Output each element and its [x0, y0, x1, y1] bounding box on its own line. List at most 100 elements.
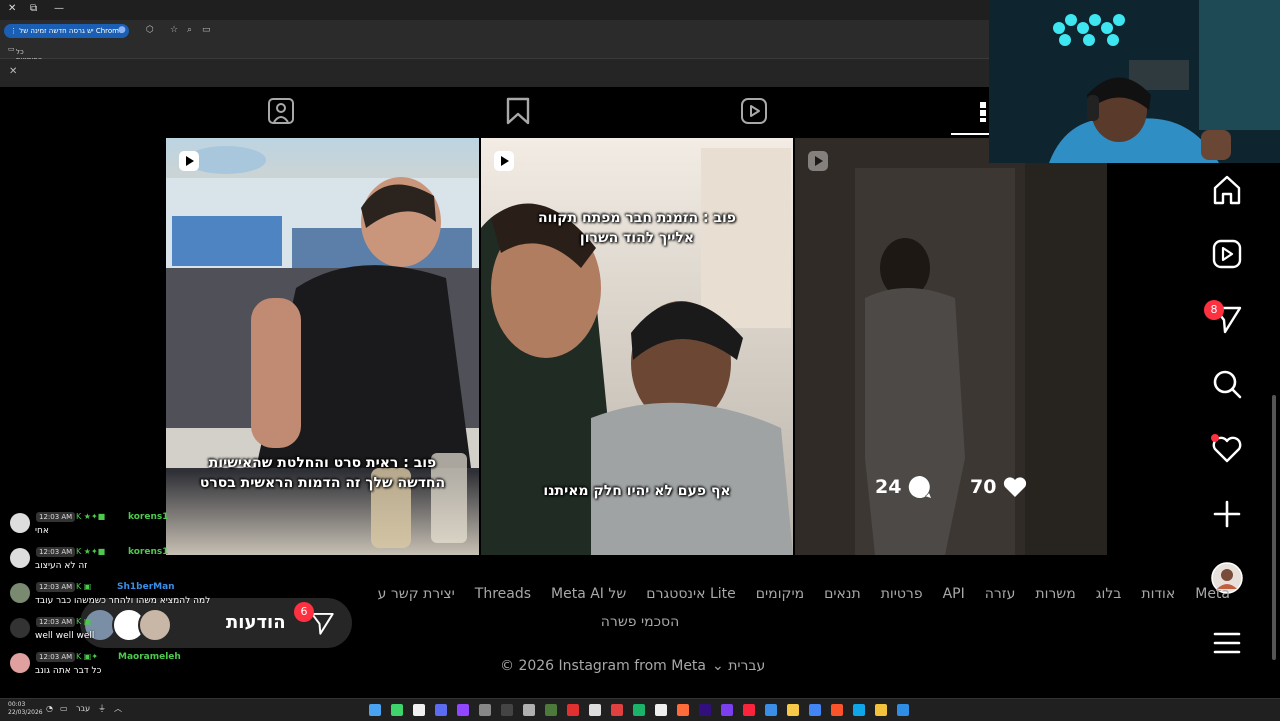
taskbar-app-icon[interactable]	[721, 704, 733, 716]
taskbar-app-icon[interactable]	[501, 704, 513, 716]
search-icon[interactable]	[1210, 367, 1244, 401]
page-scrollbar[interactable]	[1272, 395, 1276, 660]
chat-message: 12:03 AM K ★✦■ korens1 זה לא העיצוב	[8, 545, 308, 580]
notification-bell-icon[interactable]: ◔	[46, 704, 53, 713]
post-tile-2[interactable]: פוב : הזמנת חבר מפתח תקווה אלייך להוד הש…	[481, 138, 793, 555]
profile-icon[interactable]: ●	[118, 25, 126, 35]
taskbar-app-icon[interactable]	[611, 704, 623, 716]
reel-badge-icon	[494, 151, 514, 171]
footer-link[interactable]: אינסטגרם Lite	[646, 586, 735, 602]
footer-link[interactable]: משרות	[1035, 586, 1075, 602]
webcam-overlay	[989, 0, 1280, 163]
taskbar-app-icon[interactable]	[875, 704, 887, 716]
taskbar-app-icon[interactable]	[479, 704, 491, 716]
taskbar-time: 00:03	[8, 701, 26, 708]
bookmark-star-icon[interactable]: ☆	[170, 25, 178, 35]
footer-link[interactable]: יצירת קשר ע	[378, 586, 455, 602]
create-icon[interactable]	[1210, 497, 1244, 531]
menu-icon[interactable]	[1210, 626, 1244, 660]
notifications-heart-icon[interactable]	[1210, 432, 1244, 466]
chat-message: 12:03 AM K ★✦■ korens1 אחי	[8, 510, 308, 545]
chat-time: 12:03 AM	[36, 512, 76, 522]
taskbar-app-icon[interactable]	[457, 704, 469, 716]
minimize-window-button[interactable]: —	[54, 3, 64, 14]
profile-tabs	[166, 88, 1107, 136]
chat-time: 12:03 AM	[36, 617, 76, 627]
taskbar-app-icon[interactable]	[655, 704, 667, 716]
footer-link[interactable]: מיקומים	[756, 586, 804, 602]
chat-time: 12:03 AM	[36, 547, 76, 557]
footer-link[interactable]: API	[943, 586, 965, 602]
taskbar-app-icon[interactable]	[413, 704, 425, 716]
chat-text: למה להמציא משהו ולהחר כשמשהו כבר עובד	[35, 596, 211, 606]
taskbar-app-icon[interactable]	[853, 704, 865, 716]
chat-text: אחי	[35, 526, 49, 536]
taskbar-app-icon[interactable]	[567, 704, 579, 716]
footer-link[interactable]: Meta AI של	[551, 586, 626, 602]
saved-tab-icon[interactable]	[503, 96, 533, 126]
taskbar-app-icon[interactable]	[633, 704, 645, 716]
footer-link[interactable]: Threads	[475, 586, 531, 602]
comment-icon	[909, 475, 932, 498]
chat-text: זה לא העיצוב	[35, 561, 88, 571]
taskbar-app-icon[interactable]	[765, 704, 777, 716]
tray-chevron-icon[interactable]: ︿	[114, 703, 122, 714]
chrome-update-pill[interactable]: ⋮ יש גרסה חדשה זמינה של Chrome	[4, 24, 130, 38]
footer-link[interactable]: אודות	[1141, 586, 1175, 602]
post-tile-3[interactable]: 24 70	[795, 138, 1107, 555]
footer-link[interactable]: עזרה	[985, 586, 1016, 602]
taskbar-app-icon[interactable]	[369, 704, 381, 716]
footer-links: Meta אודות בלוג משרות עזרה API פרטיות תנ…	[378, 586, 1230, 602]
chat-username: korens1	[128, 547, 169, 557]
chevron-down-icon: ⌄	[712, 658, 724, 674]
extensions-icon[interactable]: ⬡	[146, 25, 154, 35]
reels-tab-icon[interactable]	[739, 96, 769, 126]
tagged-tab-icon[interactable]	[266, 96, 296, 126]
chat-avatar	[10, 583, 30, 603]
taskbar-app-icon[interactable]	[523, 704, 535, 716]
reels-nav-icon[interactable]	[1210, 237, 1244, 271]
taskbar-app-icon[interactable]	[545, 704, 557, 716]
stream-chat: 12:03 AM K ★✦■ korens1 אחי 12:03 AM K ★✦…	[8, 510, 308, 685]
footer-link[interactable]: בלוג	[1096, 586, 1122, 602]
taskbar-language[interactable]: עבר	[76, 704, 90, 713]
post-2-caption-top: פוב : הזמנת חבר מפתח תקווה אלייך להוד הש…	[538, 210, 736, 246]
taskbar-app-icon[interactable]	[809, 704, 821, 716]
heart-icon	[1004, 477, 1027, 497]
chat-time: 12:03 AM	[36, 582, 76, 592]
taskbar-app-icon[interactable]	[589, 704, 601, 716]
active-tab-underline	[951, 133, 989, 135]
taskbar-app-icon[interactable]	[787, 704, 799, 716]
language-selector[interactable]: ⌄ עברית	[712, 658, 765, 674]
post-tile-1[interactable]: פוב : ראית סרט והחלטת שהאישיות החדשה שלך…	[166, 138, 479, 555]
footer-copyright: © 2026 Instagram from Meta	[500, 658, 706, 674]
all-bookmarks-link[interactable]: כל הסימניות ▭	[8, 45, 42, 64]
taskbar-app-icon[interactable]	[743, 704, 755, 716]
zoom-icon[interactable]: ⌕	[187, 25, 192, 35]
home-icon[interactable]	[1210, 173, 1244, 207]
close-infobar-icon[interactable]: ✕	[9, 66, 17, 77]
footer-link[interactable]: תנאים	[824, 586, 861, 602]
close-window-button[interactable]: ✕	[8, 3, 16, 14]
post-2-caption-bottom: אף פעם לא יהיו חלק מאיתנו	[543, 483, 731, 499]
taskbar-app-icon[interactable]	[699, 704, 711, 716]
display-icon[interactable]: ▭	[60, 704, 68, 713]
footer-link[interactable]: Meta	[1195, 586, 1230, 602]
restore-window-button[interactable]: ⧉	[30, 3, 37, 14]
taskbar-clock[interactable]: 00:03 22/03/2026	[8, 701, 43, 717]
taskbar-app-icon[interactable]	[897, 704, 909, 716]
taskbar-app-icon[interactable]	[391, 704, 403, 716]
taskbar-app-icon[interactable]	[831, 704, 843, 716]
post-3-comments-stat: 24	[875, 474, 933, 500]
microphone-icon[interactable]: ⏚	[98, 703, 106, 714]
chat-badges: K ▣	[76, 582, 92, 591]
taskbar-app-icon[interactable]	[677, 704, 689, 716]
taskbar-app-icon[interactable]	[435, 704, 447, 716]
chat-badges: K ★✦■	[76, 512, 106, 521]
chat-avatar	[10, 548, 30, 568]
cast-icon[interactable]: ▭	[202, 25, 211, 35]
chat-avatar	[10, 618, 30, 638]
footer-link[interactable]: פרטיות	[881, 586, 923, 602]
messages-badge: 8	[1204, 300, 1224, 320]
chat-avatar	[10, 513, 30, 533]
